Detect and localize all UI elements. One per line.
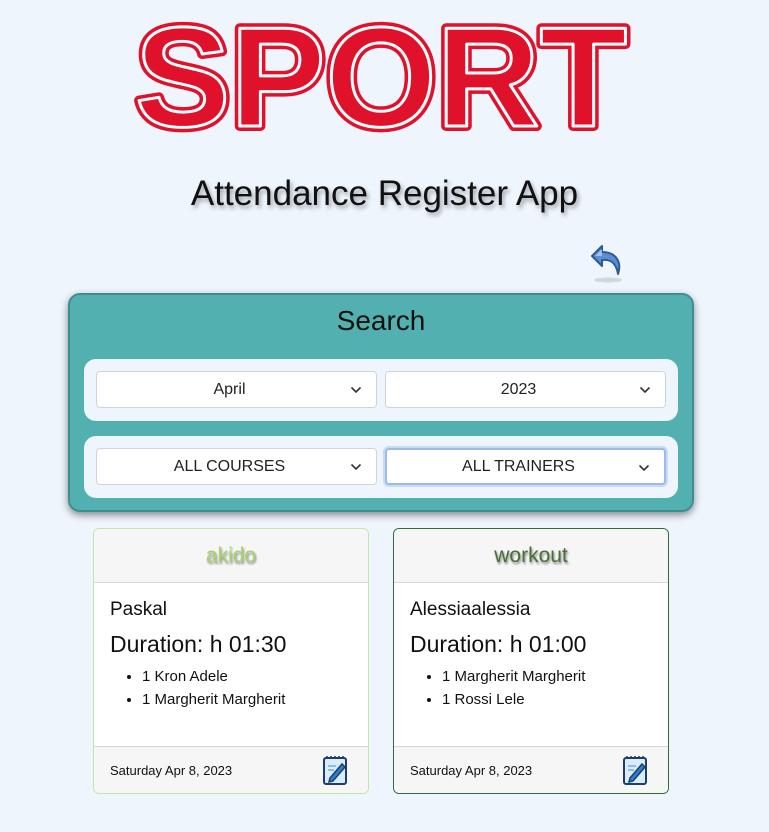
chevron-down-icon [350,463,362,471]
date-filter-row: April 2023 [84,359,678,421]
sport-logo: SPORT SPORT [130,10,632,146]
course-select[interactable]: ALL COURSES [96,448,377,485]
edit-lesson-button[interactable] [622,754,650,786]
course-trainer-filter-row: ALL COURSES ALL TRAINERS [84,436,678,498]
card-footer: Saturday Apr 8, 2023 [94,746,368,793]
card-body: Paskal Duration: h 01:30 1 Kron Adele 1 … [94,583,368,708]
course-name: workout [494,543,568,567]
attendee-list: 1 Kron Adele 1 Margherit Margherit [110,668,352,708]
attendee-list: 1 Margherit Margherit 1 Rossi Lele [410,668,652,708]
attendee-item: 1 Margherit Margherit [442,668,652,685]
lesson-card: akido Paskal Duration: h 01:30 1 Kron Ad… [93,528,369,794]
app-title: Attendance Register App [190,174,579,213]
course-select-value: ALL COURSES [173,457,286,475]
lesson-card: workout Alessiaalessia Duration: h 01:00… [393,528,669,794]
attendee-item: 1 Rossi Lele [442,691,652,708]
month-select[interactable]: April [96,371,377,408]
notepad-edit-icon [323,756,347,785]
edit-lesson-button[interactable] [322,754,350,786]
undo-arrow-icon [591,245,622,283]
attendee-item: 1 Kron Adele [142,668,352,685]
search-panel: Search April 2023 ALL COURSES ALL TRAINE… [68,293,694,512]
lesson-date: Saturday Apr 8, 2023 [110,762,233,778]
course-name: akido [205,543,257,567]
trainer-name: Paskal [110,599,168,620]
chevron-down-icon [350,386,362,394]
back-button[interactable] [588,240,628,284]
card-footer: Saturday Apr 8, 2023 [394,746,668,793]
logo-text: SPORT [135,10,627,146]
card-header: workout [394,529,668,583]
chevron-down-icon [639,386,651,394]
year-select-value: 2023 [500,380,537,398]
card-header: akido [94,529,368,583]
year-select[interactable]: 2023 [385,371,666,408]
attendee-item: 1 Margherit Margherit [142,691,352,708]
notepad-edit-icon [623,756,647,785]
trainer-select[interactable]: ALL TRAINERS [385,448,666,485]
month-select-value: April [213,380,246,398]
lesson-duration: Duration: h 01:30 [110,631,287,657]
trainer-select-value: ALL TRAINERS [462,457,575,475]
search-title: Search [336,305,426,336]
card-body: Alessiaalessia Duration: h 01:00 1 Margh… [394,583,668,708]
lesson-duration: Duration: h 01:00 [410,631,587,657]
lesson-date: Saturday Apr 8, 2023 [410,762,533,778]
chevron-down-icon [638,464,650,472]
trainer-name: Alessiaalessia [410,599,531,620]
